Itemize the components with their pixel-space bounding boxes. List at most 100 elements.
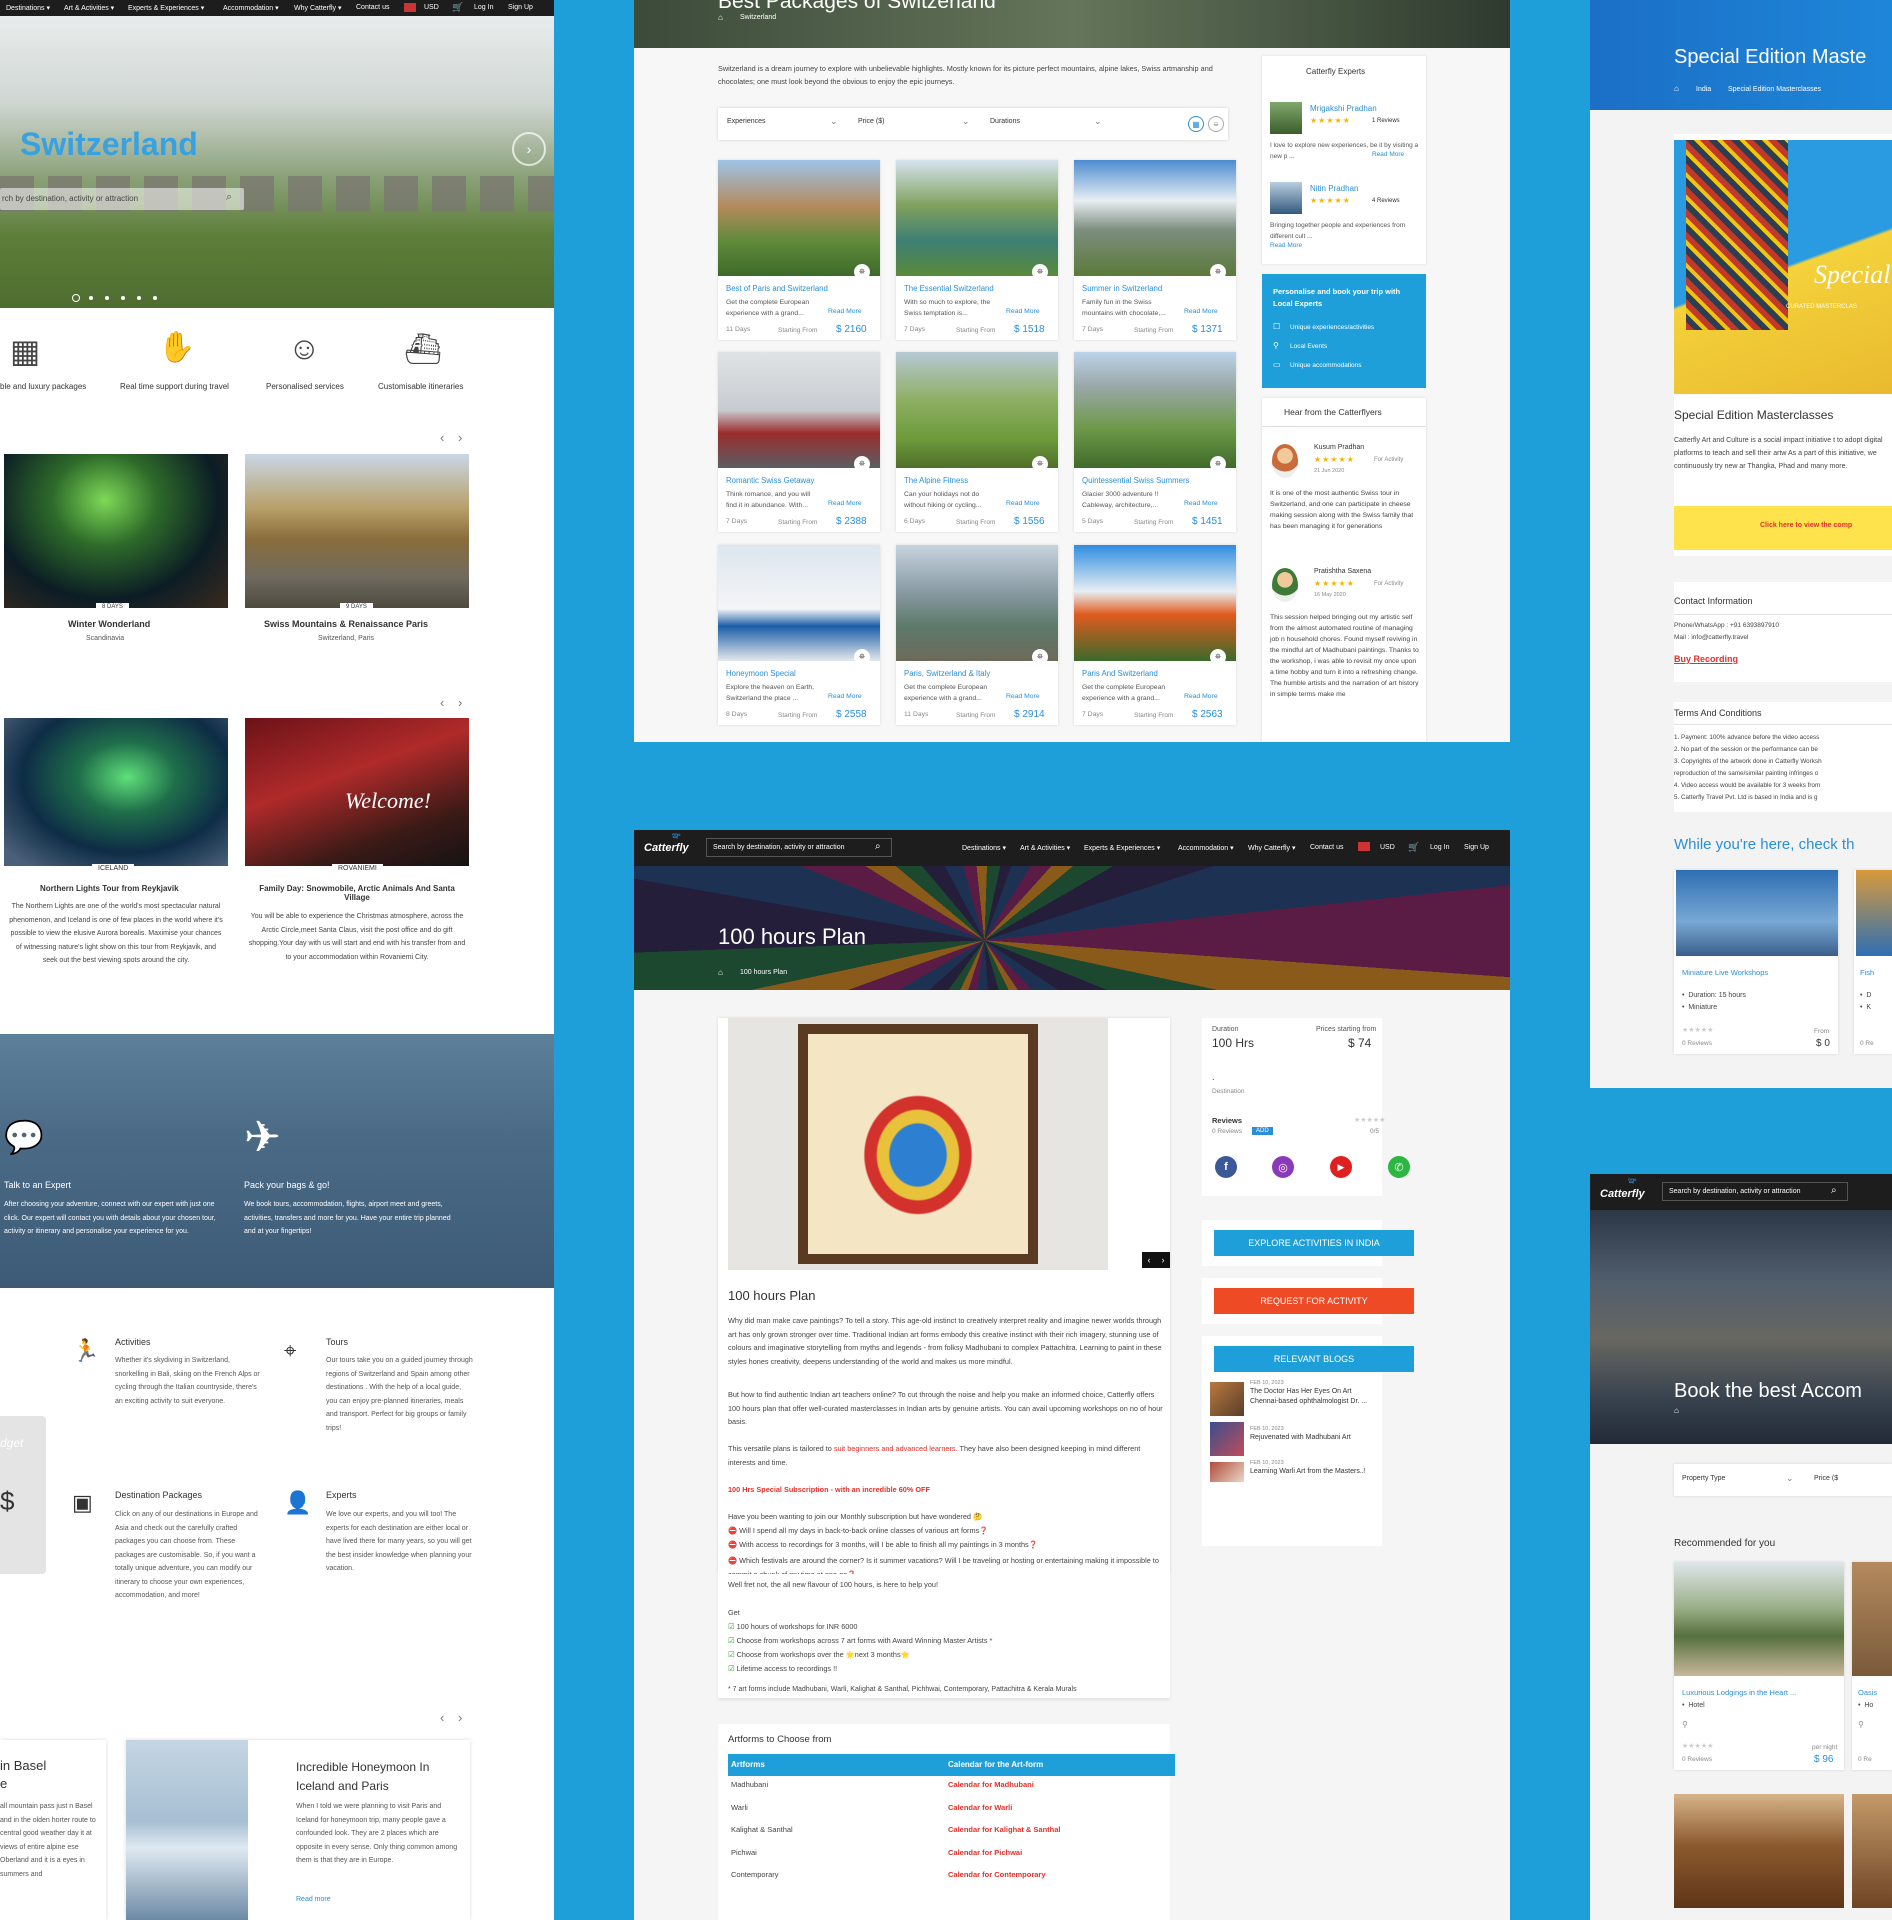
breadcrumb[interactable]: Switzerland bbox=[740, 14, 776, 21]
nav-experts[interactable]: Experts & Experiences ▾ bbox=[128, 4, 204, 12]
view-complete-button[interactable]: Click here to view the comp bbox=[1674, 506, 1892, 550]
carousel-next-icon[interactable]: › bbox=[458, 695, 462, 710]
nav-art[interactable]: Art & Activities ▾ bbox=[64, 4, 114, 12]
read-more-link[interactable]: Read More bbox=[1184, 308, 1218, 315]
artform-calendar-link[interactable]: Calendar for Warli bbox=[948, 1803, 1012, 1812]
relevant-blogs-header[interactable]: RELEVANT BLOGS bbox=[1214, 1346, 1414, 1372]
package-card[interactable]: ⛯ Paris, Switzerland & Italy Get the com… bbox=[896, 545, 1058, 725]
blog-card[interactable]: in Basel e all mountain pass just n Base… bbox=[0, 1740, 106, 1920]
package-title[interactable]: Summer in Switzerland bbox=[1082, 284, 1162, 293]
breadcrumb-india[interactable]: India bbox=[1696, 86, 1711, 93]
blog-title[interactable]: The Doctor Has Her Eyes On Art bbox=[1250, 1388, 1352, 1395]
tour-image-aurora[interactable] bbox=[4, 454, 228, 608]
chevron-down-icon[interactable]: ⌄ bbox=[1786, 1473, 1794, 1484]
package-card[interactable]: ⛯ Summer in Switzerland Family fun in th… bbox=[1074, 160, 1236, 340]
property-image[interactable] bbox=[1674, 1794, 1844, 1908]
nav-currency[interactable]: USD bbox=[424, 4, 439, 11]
header-search-input[interactable]: Search by destination, activity or attra… bbox=[1662, 1182, 1848, 1201]
package-card[interactable]: ⛯ Quintessential Swiss Summers Glacier 3… bbox=[1074, 352, 1236, 532]
filter-price[interactable]: Price ($ bbox=[1814, 1475, 1838, 1482]
masterclass-poster[interactable]: Special E CURATED MASTERCLAS bbox=[1674, 140, 1892, 394]
nav-art[interactable]: Art & Activities ▾ bbox=[1020, 844, 1070, 852]
home-icon[interactable]: ⌂ bbox=[1674, 1406, 1679, 1415]
grid-view-icon[interactable]: ▦ bbox=[1188, 116, 1204, 132]
read-more-link[interactable]: Read More bbox=[1006, 308, 1040, 315]
property-card[interactable]: Oasis • Ho ⚲ 0 Re bbox=[1852, 1562, 1892, 1770]
cart-icon[interactable]: 🛒 bbox=[452, 2, 463, 13]
chevron-down-icon[interactable]: ⌄ bbox=[1094, 116, 1102, 127]
home-icon[interactable]: ⌂ bbox=[718, 968, 723, 977]
property-title[interactable]: Luxurious Lodgings in the Heart ... bbox=[1682, 1688, 1796, 1697]
krishna-painting-image[interactable] bbox=[728, 1018, 1108, 1270]
package-title[interactable]: Paris And Switzerland bbox=[1082, 669, 1158, 678]
nav-login[interactable]: Log In bbox=[1430, 844, 1449, 851]
read-more-link[interactable]: Read More bbox=[1006, 693, 1040, 700]
chevron-down-icon[interactable]: ⌄ bbox=[962, 116, 970, 127]
package-card[interactable]: ⛯ The Alpine Fitness Can your holidays n… bbox=[896, 352, 1058, 532]
nav-signup[interactable]: Sign Up bbox=[508, 4, 533, 11]
package-title[interactable]: Best of Paris and Switzerland bbox=[726, 284, 828, 293]
gallery-prev-button[interactable]: ‹ bbox=[1142, 1252, 1156, 1268]
tour-title[interactable]: Northern Lights Tour from Reykjavik bbox=[40, 884, 179, 893]
logo[interactable]: Catterfly bbox=[1600, 1188, 1645, 1200]
tour-image-northern-lights[interactable] bbox=[4, 718, 228, 866]
read-more-link[interactable]: Read More bbox=[1184, 500, 1218, 507]
request-activity-button[interactable]: REQUEST FOR ACTIVITY bbox=[1214, 1288, 1414, 1314]
logo[interactable]: Catterfly bbox=[644, 842, 689, 854]
local-experts-promo[interactable]: Personalise and book your trip with Loca… bbox=[1262, 274, 1426, 388]
nav-why[interactable]: Why Catterfly ▾ bbox=[1248, 844, 1295, 852]
package-title[interactable]: Honeymoon Special bbox=[726, 669, 796, 678]
nav-contact[interactable]: Contact us bbox=[1310, 844, 1343, 851]
expert-name[interactable]: Nitin Pradhan bbox=[1310, 184, 1358, 193]
artform-calendar-link[interactable]: Calendar for Pichwai bbox=[948, 1848, 1022, 1857]
property-title[interactable]: Oasis bbox=[1858, 1688, 1877, 1697]
explore-activities-button[interactable]: EXPLORE ACTIVITIES IN INDIA bbox=[1214, 1230, 1414, 1256]
carousel-next-icon[interactable]: › bbox=[458, 1710, 462, 1725]
artform-calendar-link[interactable]: Calendar for Contemporary bbox=[948, 1870, 1046, 1879]
package-title[interactable]: Romantic Swiss Getaway bbox=[726, 476, 814, 485]
blog-title[interactable]: Rejuvenated with Madhubani Art bbox=[1250, 1434, 1351, 1441]
property-card[interactable]: Luxurious Lodgings in the Heart ... • Ho… bbox=[1674, 1562, 1844, 1770]
filter-price[interactable]: Price ($) bbox=[858, 118, 884, 125]
read-more-link[interactable]: Read More bbox=[828, 693, 862, 700]
workshop-card[interactable]: Fish • D • K 0 Re bbox=[1854, 870, 1892, 1054]
workshop-title[interactable]: Miniature Live Workshops bbox=[1682, 968, 1768, 977]
carousel-prev-icon[interactable]: ‹ bbox=[440, 1710, 444, 1725]
package-title[interactable]: The Alpine Fitness bbox=[904, 476, 968, 485]
tour-title[interactable]: Winter Wonderland bbox=[68, 619, 150, 629]
search-icon[interactable]: ⌕ bbox=[226, 191, 232, 204]
property-image[interactable] bbox=[1852, 1794, 1892, 1908]
blog-thumbnail[interactable] bbox=[1210, 1382, 1244, 1416]
whatsapp-icon[interactable]: ✆ bbox=[1388, 1156, 1410, 1178]
gallery-next-button[interactable]: › bbox=[1156, 1252, 1170, 1268]
blog-read-more-link[interactable]: Read more bbox=[296, 1896, 331, 1903]
nav-accommodation[interactable]: Accommodation ▾ bbox=[1178, 844, 1234, 852]
search-icon[interactable]: ⌕ bbox=[875, 841, 881, 852]
filter-durations[interactable]: Durations bbox=[990, 118, 1020, 125]
nav-destinations[interactable]: Destinations ▾ bbox=[6, 4, 50, 12]
instagram-icon[interactable]: ◎ bbox=[1272, 1156, 1294, 1178]
hero-search-input[interactable]: rch by destination, activity or attracti… bbox=[0, 188, 244, 210]
package-title[interactable]: Quintessential Swiss Summers bbox=[1082, 476, 1189, 485]
nav-experts[interactable]: Experts & Experiences ▾ bbox=[1084, 844, 1160, 852]
package-card[interactable]: ⛯ Honeymoon Special Explore the heaven o… bbox=[718, 545, 880, 725]
header-search-input[interactable]: Search by destination, activity or attra… bbox=[706, 838, 892, 857]
package-card[interactable]: ⛯ Best of Paris and Switzerland Get the … bbox=[718, 160, 880, 340]
facebook-icon[interactable]: f bbox=[1215, 1156, 1237, 1178]
carousel-prev-icon[interactable]: ‹ bbox=[440, 695, 444, 710]
tour-image-santa-village[interactable]: Welcome! bbox=[245, 718, 469, 866]
breadcrumb[interactable]: 100 hours Plan bbox=[740, 969, 787, 976]
home-icon[interactable]: ⌂ bbox=[718, 13, 723, 22]
artform-calendar-link[interactable]: Calendar for Madhubani bbox=[948, 1780, 1034, 1789]
carousel-next-button[interactable]: › bbox=[512, 132, 546, 166]
read-more-link[interactable]: Read More bbox=[828, 308, 862, 315]
carousel-prev-icon[interactable]: ‹ bbox=[440, 430, 444, 445]
nav-why[interactable]: Why Catterfly ▾ bbox=[294, 4, 341, 12]
buy-recording-link[interactable]: Buy Recording bbox=[1674, 654, 1738, 664]
tour-title[interactable]: Family Day: Snowmobile, Arctic Animals A… bbox=[248, 884, 466, 902]
filter-experiences[interactable]: Experiences bbox=[727, 118, 766, 125]
tour-title[interactable]: Swiss Mountains & Renaissance Paris bbox=[264, 619, 428, 629]
expert-avatar[interactable] bbox=[1270, 102, 1302, 134]
read-more-link[interactable]: Read More bbox=[1270, 242, 1302, 249]
list-view-icon[interactable]: ≡ bbox=[1208, 116, 1224, 132]
